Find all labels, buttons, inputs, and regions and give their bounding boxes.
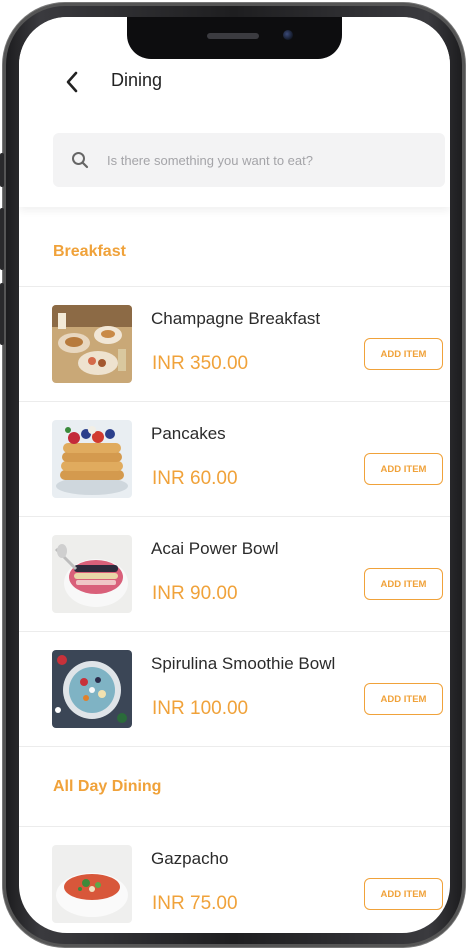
item-name: Spirulina Smoothie Bowl (151, 654, 336, 673)
phone-screen: Dining Breakfast (19, 17, 450, 933)
add-item-button[interactable]: ADD ITEM (364, 338, 443, 370)
gazpacho-photo (52, 845, 132, 923)
add-item-button[interactable]: ADD ITEM (364, 568, 443, 600)
item-price: INR 60.00 (152, 468, 238, 489)
phone-notch (127, 17, 342, 59)
menu-item[interactable]: Acai Power Bowl INR 90.00 ADD ITEM (19, 517, 450, 632)
item-price: INR 350.00 (152, 353, 249, 374)
page-title: Dining (111, 70, 163, 90)
section-title-breakfast: Breakfast (19, 217, 450, 287)
menu-item[interactable]: Champagne Breakfast INR 350.00 ADD ITEM (19, 287, 450, 402)
earpiece-speaker (207, 33, 259, 39)
chevron-left-icon (65, 71, 79, 93)
add-item-button[interactable]: ADD ITEM (364, 453, 443, 485)
volume-up-button (0, 208, 4, 270)
search-input[interactable] (105, 151, 419, 169)
champagne-breakfast-photo (52, 305, 132, 383)
smoothie-bowl-photo (52, 650, 132, 728)
menu-list: Breakfast Champagne Breakfast INR 350.00… (19, 207, 450, 933)
acai-bowl-photo (52, 535, 132, 613)
item-name: Champagne Breakfast (151, 309, 321, 328)
volume-down-button (0, 283, 4, 345)
menu-item[interactable]: Pancakes INR 60.00 ADD ITEM (19, 402, 450, 517)
front-camera (283, 30, 293, 40)
item-price: INR 90.00 (152, 583, 238, 604)
mute-switch (0, 153, 4, 187)
add-item-button[interactable]: ADD ITEM (364, 878, 443, 910)
item-price: INR 100.00 (152, 698, 249, 719)
item-price: INR 75.00 (152, 893, 238, 914)
search-bar[interactable] (53, 133, 445, 187)
section-title-all-day-dining: All Day Dining (19, 747, 450, 827)
search-icon (71, 151, 89, 169)
menu-item[interactable]: Gazpacho INR 75.00 ADD ITEM (19, 827, 450, 933)
add-item-button[interactable]: ADD ITEM (364, 683, 443, 715)
item-name: Pancakes (151, 424, 226, 443)
pancakes-photo (52, 420, 132, 498)
phone-frame: Dining Breakfast (0, 3, 465, 947)
menu-item[interactable]: Spirulina Smoothie Bowl INR 100.00 ADD I… (19, 632, 450, 747)
item-name: Acai Power Bowl (151, 539, 279, 558)
back-button[interactable] (57, 67, 87, 97)
item-name: Gazpacho (151, 849, 229, 868)
